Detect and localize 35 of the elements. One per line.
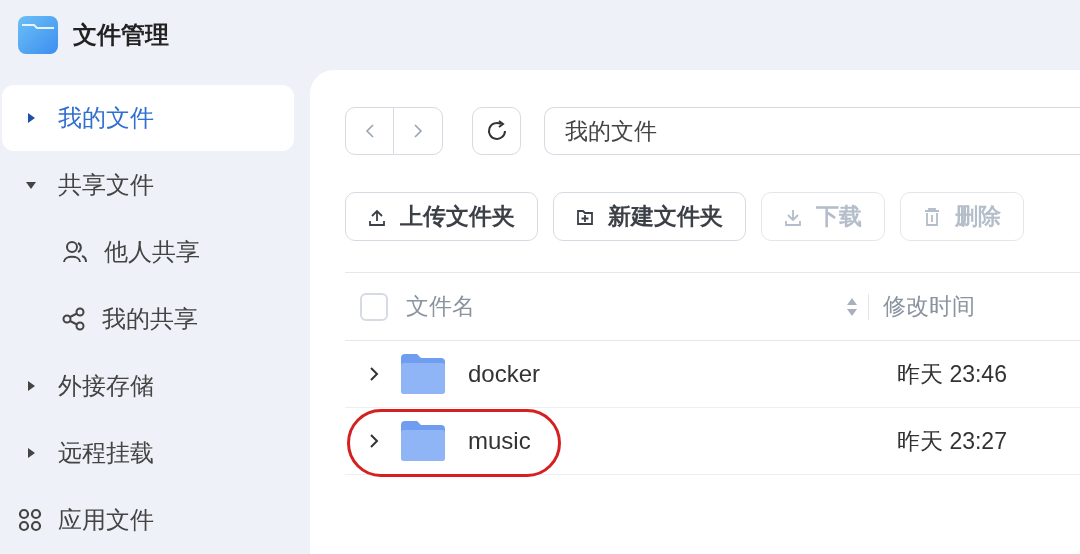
file-name[interactable]: music: [468, 423, 531, 459]
sidebar-item[interactable]: 他人共享: [2, 219, 294, 285]
back-icon: [364, 123, 375, 139]
app-logo-icon: [18, 16, 58, 54]
sidebar-item[interactable]: 我的共享: [2, 286, 294, 352]
share-icon: [62, 307, 86, 331]
toolbar-button[interactable]: 新建文件夹: [553, 192, 746, 241]
select-all-checkbox[interactable]: [360, 292, 388, 321]
folder-icon: [401, 421, 445, 461]
sidebar-item[interactable]: 共享文件: [2, 152, 294, 218]
modified-time: 昨天 23:27: [897, 426, 1007, 456]
sidebar-item[interactable]: 外接存储: [2, 353, 294, 419]
refresh-button[interactable]: [472, 107, 521, 155]
upload-icon: [368, 207, 386, 226]
modified-time: 昨天 23:46: [897, 359, 1007, 389]
folder-icon: [401, 354, 445, 394]
expanded-caret-icon[interactable]: [26, 180, 36, 190]
app-title: 文件管理: [73, 20, 169, 50]
collapsed-caret-icon[interactable]: [26, 381, 36, 391]
forward-icon: [413, 123, 423, 139]
folder-plus-icon: [576, 207, 594, 226]
expand-chevron-icon[interactable]: [369, 433, 379, 449]
collapsed-caret-icon[interactable]: [26, 113, 36, 123]
expand-chevron-icon[interactable]: [369, 366, 379, 382]
toolbar-button[interactable]: 上传文件夹: [345, 192, 538, 241]
sidebar-item[interactable]: 我的文件: [2, 85, 294, 151]
path-field[interactable]: 我的文件: [544, 107, 1080, 155]
collapsed-caret-icon[interactable]: [26, 448, 36, 458]
file-name[interactable]: docker: [468, 356, 541, 392]
sidebar-item[interactable]: 应用文件: [2, 487, 294, 553]
trash-icon: [923, 207, 941, 226]
sidebar-item[interactable]: 远程挂载: [2, 420, 294, 486]
users-icon: [62, 240, 88, 264]
download-icon: [784, 207, 802, 226]
apps-icon: [18, 508, 42, 532]
